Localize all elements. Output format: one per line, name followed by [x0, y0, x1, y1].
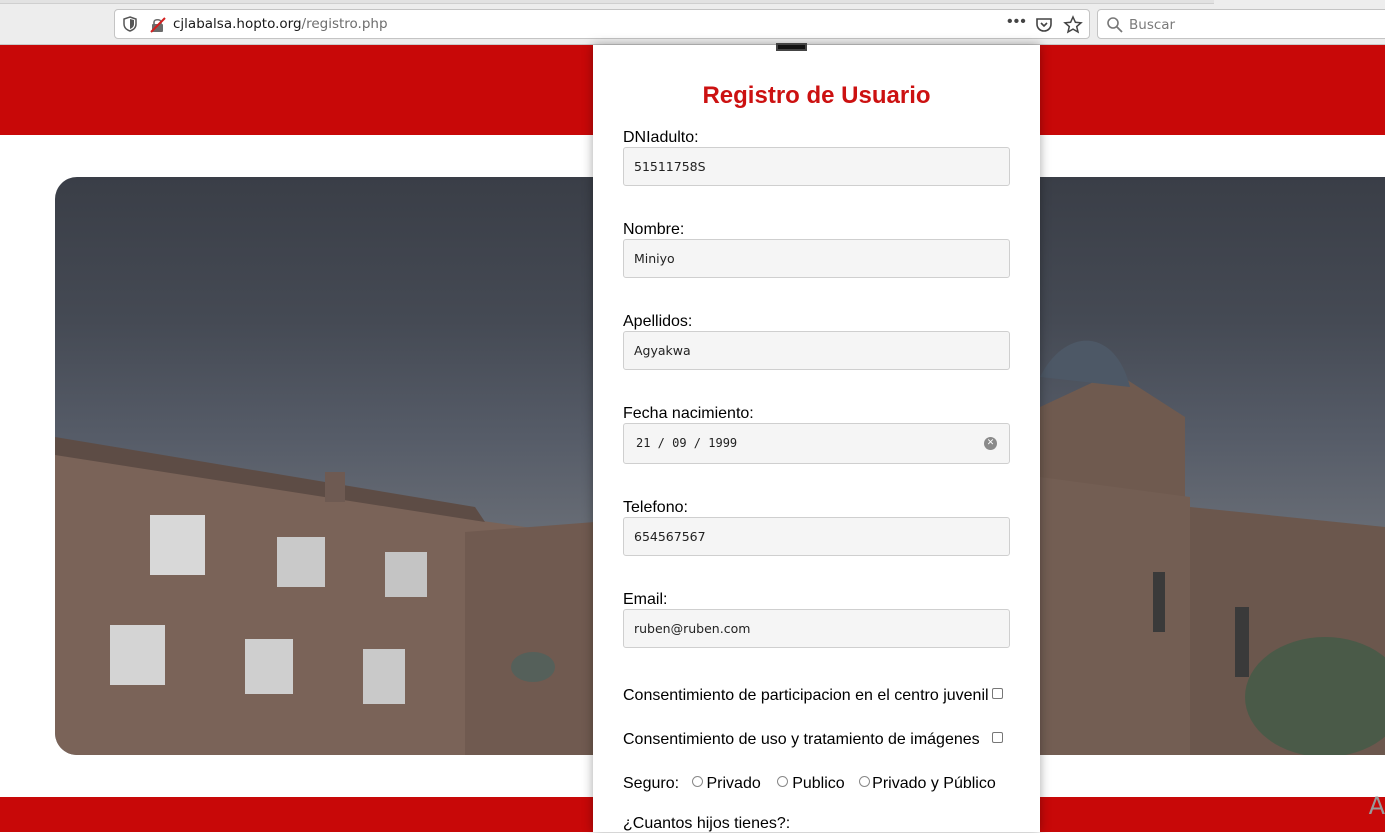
insurance-row: Seguro: Privado Publico Privado y Públic… [623, 775, 996, 793]
insecure-lock-icon[interactable] [149, 16, 167, 34]
insurance-radio-publico[interactable] [777, 776, 789, 788]
nombre-input[interactable]: Miniyo [623, 239, 1010, 278]
consent-images-label: Consentimiento de uso y tratamiento de i… [623, 731, 980, 748]
footer-partial-text: A [1368, 792, 1385, 820]
pocket-icon[interactable] [1035, 16, 1053, 34]
insurance-radio-ambos[interactable] [859, 776, 871, 788]
birthdate-label: Fecha nacimiento: [623, 405, 754, 422]
page-actions-menu-icon[interactable]: ••• [1007, 13, 1027, 31]
nombre-label: Nombre: [623, 221, 685, 238]
search-bar[interactable]: Buscar [1097, 9, 1385, 39]
insurance-option-ambos: Privado y Público [872, 775, 996, 792]
birthdate-value: 21 / 09 / 1999 [636, 436, 738, 450]
consent-participation-row: Consentimiento de participacion en el ce… [623, 687, 1003, 705]
tab-strip [0, 0, 1214, 4]
url-text[interactable]: cjlabalsa.hopto.org/registro.php [173, 16, 388, 32]
registration-form: Registro de Usuario DNIadulto: 51511758S… [593, 43, 1040, 832]
insurance-radio-privado[interactable] [691, 776, 703, 788]
insurance-label: Seguro: [623, 775, 680, 792]
insurance-option-privado: Privado [706, 775, 761, 792]
consent-images-checkbox[interactable] [991, 732, 1003, 744]
browser-toolbar: cjlabalsa.hopto.org/registro.php ••• Bus… [0, 0, 1385, 45]
telefono-label: Telefono: [623, 499, 688, 516]
insurance-option-publico: Publico [792, 775, 845, 792]
url-path: /registro.php [301, 16, 388, 32]
birthdate-input[interactable]: 21 / 09 / 1999 ✕ [623, 423, 1010, 464]
search-icon [1107, 17, 1123, 33]
consent-participation-checkbox[interactable] [991, 688, 1003, 700]
children-question: ¿Cuantos hijos tienes?: [623, 815, 791, 832]
email-label: Email: [623, 591, 668, 608]
telefono-input[interactable]: 654567567 [623, 517, 1010, 556]
bookmark-star-icon[interactable] [1063, 15, 1083, 35]
apellidos-input[interactable]: Agyakwa [623, 331, 1010, 370]
dni-label: DNIadulto: [623, 129, 699, 146]
dni-input[interactable]: 51511758S [623, 147, 1010, 186]
address-bar[interactable]: cjlabalsa.hopto.org/registro.php ••• [114, 9, 1090, 39]
email-input[interactable]: ruben@ruben.com [623, 609, 1010, 648]
clear-date-icon[interactable]: ✕ [984, 437, 997, 450]
form-title: Registro de Usuario [702, 82, 931, 109]
tracking-shield-icon[interactable] [123, 16, 137, 32]
consent-images-row: Consentimiento de uso y tratamiento de i… [623, 731, 1003, 749]
logo-icon [776, 43, 807, 51]
search-placeholder: Buscar [1129, 17, 1176, 33]
consent-participation-label: Consentimiento de participacion en el ce… [623, 687, 989, 704]
url-host: cjlabalsa.hopto.org [173, 16, 302, 32]
apellidos-label: Apellidos: [623, 313, 693, 330]
